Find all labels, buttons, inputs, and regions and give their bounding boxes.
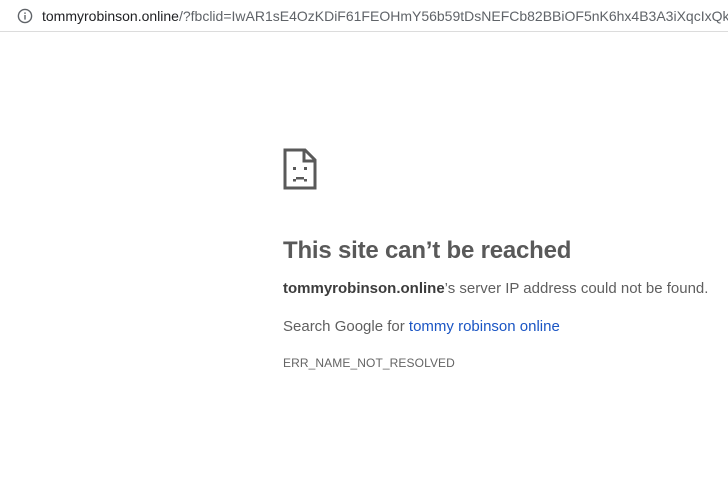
error-host: tommyrobinson.online [283, 280, 445, 297]
error-title: This site can’t be reached [283, 237, 572, 264]
error-content: This site can’t be reached tommyrobinson… [283, 148, 723, 371]
url-text[interactable]: tommyrobinson.online/?fbclid=IwAR1sE4OzK… [42, 8, 728, 24]
info-icon[interactable] [17, 8, 33, 24]
search-prefix: Search Google for [283, 318, 409, 335]
search-google-link[interactable]: tommy robinson online [409, 318, 560, 335]
error-description-text: ’s server IP address could not be found. [444, 280, 709, 297]
search-suggestion: Search Google for tommy robinson online [283, 317, 723, 337]
sad-page-icon [283, 148, 317, 190]
url-path: /?fbclid=IwAR1sE4OzKDiF61FEOHmY56b59tDsN… [178, 7, 728, 24]
error-code: ERR_NAME_NOT_RESOLVED [283, 356, 455, 370]
address-bar[interactable]: tommyrobinson.online/?fbclid=IwAR1sE4OzK… [0, 0, 728, 32]
url-host: tommyrobinson.online [42, 7, 179, 24]
error-description: tommyrobinson.online’s server IP address… [283, 279, 723, 299]
